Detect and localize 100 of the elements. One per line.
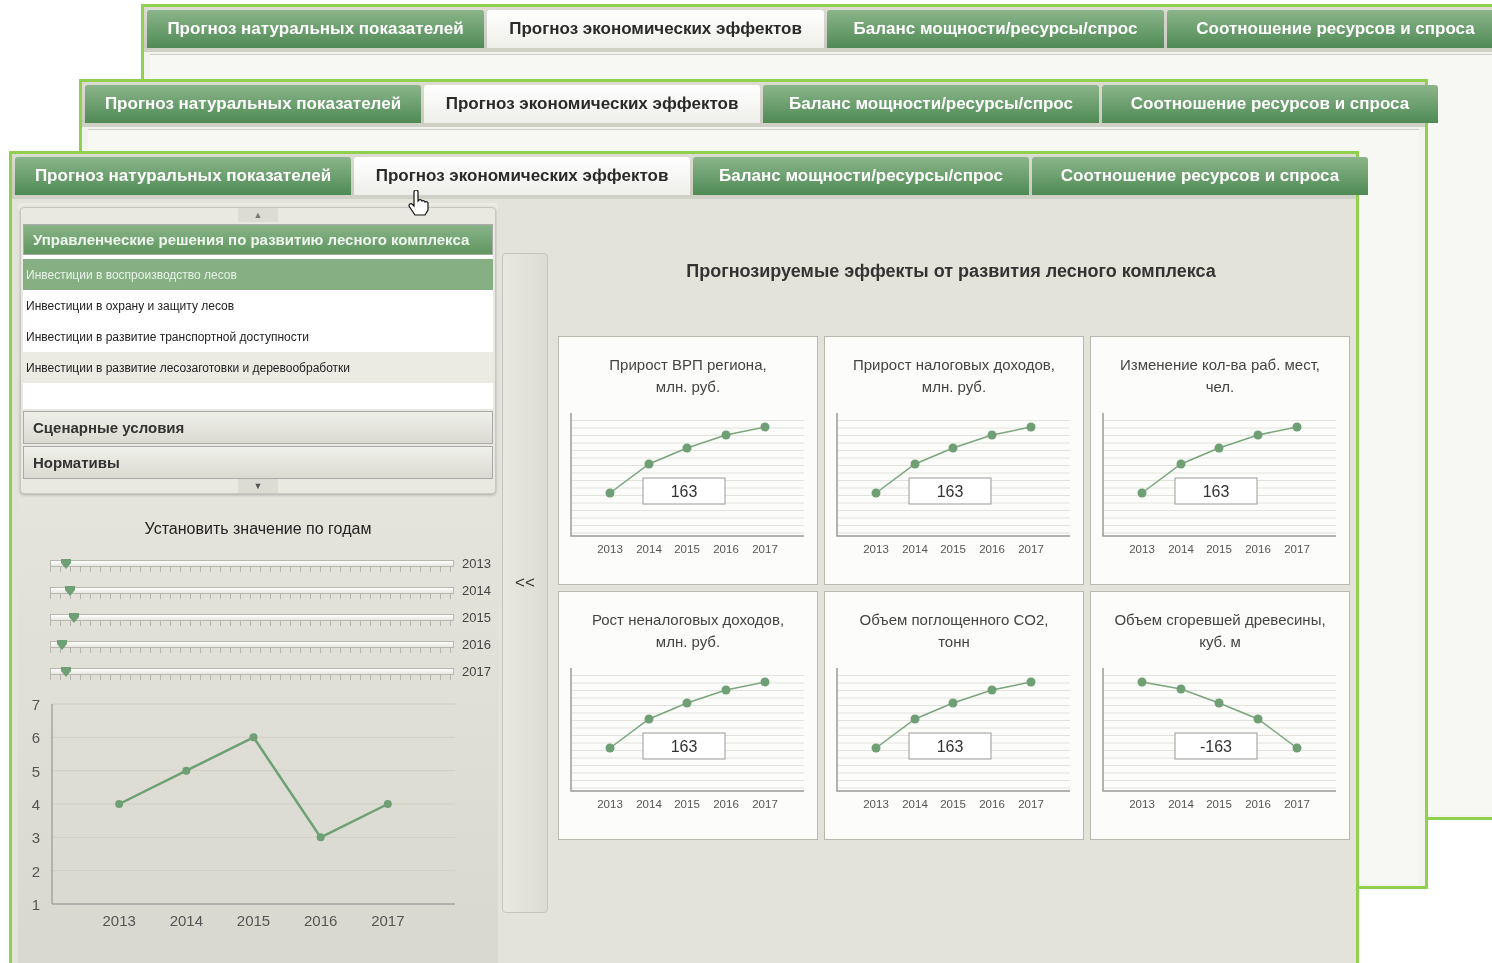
data-point: [682, 443, 692, 453]
axis-label: 2013: [597, 798, 623, 810]
slider-label: 2015: [462, 610, 491, 625]
axis-label: 2017: [752, 798, 778, 810]
slider-label: 2014: [462, 583, 491, 598]
axis-label: 2017: [752, 543, 778, 555]
axis-label: 5: [31, 762, 40, 780]
data-point: [383, 800, 392, 808]
scroll-up-button[interactable]: ▲: [238, 208, 278, 222]
axis-label: 2016: [979, 543, 1005, 555]
tab[interactable]: Соотношение ресурсов и спроса: [1032, 157, 1368, 195]
hand-pointer-icon: [407, 190, 429, 216]
axis-label: 2016: [1245, 543, 1271, 555]
data-point: [1292, 743, 1302, 753]
data-point: [1137, 677, 1147, 687]
axis-label: 2016: [713, 798, 739, 810]
tab[interactable]: Прогноз натуральных показателей: [85, 85, 421, 123]
section-header[interactable]: Сценарные условия: [23, 411, 493, 444]
data-point: [1253, 714, 1263, 724]
data-point: [1137, 488, 1147, 498]
slider-thumb[interactable]: [56, 639, 69, 651]
axis-label: 2016: [304, 912, 338, 929]
axis-label: 2017: [371, 912, 405, 929]
axis-label: 2014: [1168, 798, 1194, 810]
tab[interactable]: Соотношение ресурсов и спроса: [1167, 10, 1492, 48]
axis-label: 2015: [940, 543, 966, 555]
axis-label: 2015: [674, 798, 700, 810]
value-label: 163: [670, 738, 698, 755]
data-point: [605, 743, 615, 753]
axis-label: 1: [31, 896, 40, 913]
axis-label: 2014: [902, 543, 928, 555]
axis-label: 2: [31, 862, 40, 880]
tab[interactable]: Прогноз экономических эффектов: [424, 85, 760, 123]
tab[interactable]: Соотношение ресурсов и спроса: [1102, 85, 1438, 123]
axis-label: 2017: [1284, 798, 1310, 810]
collapse-button[interactable]: <<: [502, 253, 548, 913]
data-point: [760, 677, 770, 687]
axis-label: 4: [31, 796, 40, 813]
data-point: [948, 443, 958, 453]
tab[interactable]: Баланс мощности/ресурсы/спрос: [693, 157, 1029, 195]
slider[interactable]: [50, 666, 454, 681]
data-point: [871, 488, 881, 498]
section-header[interactable]: Управленческие решения по развитию лесного комплекса: [23, 224, 493, 255]
data-point: [871, 743, 881, 753]
slider[interactable]: [50, 585, 454, 600]
section-title: Установить значение по годам: [143, 520, 373, 538]
axis-label: 2013: [863, 798, 889, 810]
scroll-down-button[interactable]: ▼: [238, 479, 278, 493]
data-point: [1292, 422, 1302, 432]
axis-label: 2013: [1129, 798, 1155, 810]
axis-label: 2015: [1206, 798, 1232, 810]
tab[interactable]: Прогноз натуральных показателей: [15, 157, 351, 195]
slider-thumb[interactable]: [60, 558, 73, 570]
tab[interactable]: Баланс мощности/ресурсы/спрос: [763, 85, 1099, 123]
value-label: 163: [936, 738, 964, 755]
data-point: [605, 488, 615, 498]
list-item[interactable]: Инвестиции в воспроизводство лесов: [23, 259, 493, 290]
card-title: Прирост ВРП региона, млн. руб.: [609, 355, 767, 397]
data-point: [1176, 684, 1186, 694]
list-item[interactable]: Инвестиции в развитие лесозаготовки и деревообработки: [23, 352, 493, 383]
data-point: [987, 685, 997, 695]
data-point: [910, 459, 920, 469]
tab[interactable]: Баланс мощности/ресурсы/спрос: [827, 10, 1164, 48]
axis-label: 3: [31, 829, 40, 847]
axis-label: 2014: [169, 912, 203, 929]
slider[interactable]: [50, 639, 454, 654]
axis-label: 2013: [102, 912, 136, 929]
card-title: Изменение кол-ва раб. мест, чел.: [1119, 355, 1321, 397]
data-point: [721, 430, 731, 440]
axis-label: 2014: [636, 543, 662, 555]
slider-thumb[interactable]: [60, 666, 73, 678]
value-label: -163: [1200, 738, 1232, 755]
data-point: [316, 833, 325, 842]
axis-label: 7: [31, 696, 40, 713]
tab[interactable]: Прогноз натуральных показателей: [147, 10, 484, 48]
slider-thumb[interactable]: [64, 585, 77, 597]
axis-label: 2017: [1018, 543, 1044, 555]
data-point: [682, 698, 692, 708]
slider[interactable]: [50, 558, 454, 573]
data-point: [948, 698, 958, 708]
slider-label: 2017: [462, 664, 491, 679]
axis-label: 2015: [236, 912, 271, 929]
card-title: Прирост налоговых доходов, млн. руб.: [853, 355, 1055, 397]
card-title: Рост неналоговых доходов, млн. руб.: [591, 610, 785, 652]
axis-label: 2014: [636, 798, 662, 810]
data-point: [910, 714, 920, 724]
data-point: [644, 459, 654, 469]
tab[interactable]: Прогноз экономических эффектов: [487, 10, 824, 48]
data-point: [1214, 443, 1224, 453]
value-label: 163: [1202, 483, 1230, 500]
slider-thumb[interactable]: [68, 612, 81, 624]
data-point: [987, 430, 997, 440]
data-point: [644, 714, 654, 724]
slider[interactable]: [50, 612, 454, 627]
axis-label: 2015: [940, 798, 966, 810]
section-header[interactable]: Нормативы: [23, 446, 493, 479]
axis-label: 2014: [1168, 543, 1194, 555]
data-point: [1253, 430, 1263, 440]
tab[interactable]: Прогноз экономических эффектов: [354, 157, 690, 195]
data-point: [760, 422, 770, 432]
